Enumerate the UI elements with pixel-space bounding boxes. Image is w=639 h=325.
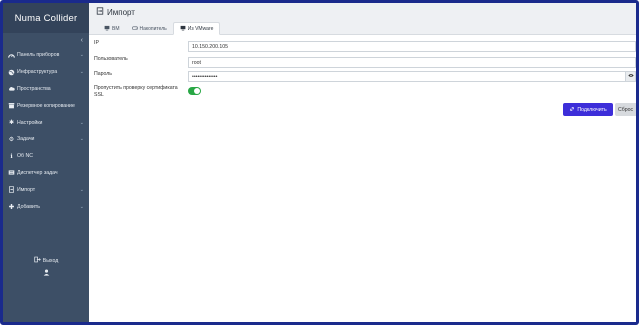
sidebar-item-label: Пространства: [17, 85, 51, 92]
dashboard-icon: [8, 52, 15, 59]
user-row: Пользователь root: [89, 56, 636, 68]
sidebar-item-label: Инфраструктура: [17, 69, 58, 76]
sidebar-item-label: Диспетчер задач: [17, 169, 58, 176]
reset-label: Сброс: [618, 106, 634, 113]
user-profile-button[interactable]: [3, 269, 89, 278]
gear-icon: ✱: [8, 120, 15, 127]
tasks-icon: [8, 169, 15, 176]
connect-label: Подключить: [577, 106, 607, 113]
sidebar-item-label: Настройки: [17, 119, 43, 126]
chevron-down-icon: ⌄: [79, 69, 84, 76]
password-value: ••••••••••••••: [192, 73, 218, 80]
plus-icon: [8, 203, 15, 210]
chevron-down-icon: ⌄: [79, 136, 84, 143]
eye-icon: [627, 73, 634, 80]
connect-button[interactable]: Подключить: [563, 103, 613, 116]
sidebar-item-backup[interactable]: Резервное копирование: [3, 97, 89, 114]
info-icon: ℹ: [10, 153, 13, 160]
sidebar-item-label: Об NC: [17, 153, 33, 160]
user-label: Пользователь: [94, 56, 128, 62]
file-import-icon: [8, 186, 15, 193]
chevron-down-icon: ⌄: [79, 119, 84, 126]
sidebar-item-label: Задачи: [17, 136, 35, 143]
sidebar-item-infrastructure[interactable]: Инфраструктура ⌄: [3, 64, 89, 81]
sidebar-item-tasks[interactable]: ⚙ Задачи ⌄: [3, 131, 89, 148]
password-row: Пароль ••••••••••••••: [89, 70, 636, 82]
gears-icon: ⚙: [8, 136, 15, 143]
disk-icon: [131, 25, 138, 33]
sidebar-item-spaces[interactable]: Пространства: [3, 81, 89, 98]
user-icon: [43, 269, 50, 278]
sidebar-item-label: Резервное копирование: [17, 102, 75, 109]
app-window: Numa Collider ‹ Панель приборов ⌄ Инфрас…: [0, 0, 639, 325]
user-input[interactable]: root: [188, 57, 636, 68]
sidebar-nav: Панель приборов ⌄ Инфраструктура ⌄ Прост…: [3, 47, 89, 215]
page-title: Импорт: [96, 7, 135, 17]
chevron-down-icon: ⌄: [79, 52, 84, 59]
cloud-icon: [8, 85, 15, 92]
chevron-down-icon: ⌄: [79, 203, 84, 210]
tab-vm[interactable]: ВМ: [98, 22, 126, 35]
reset-button[interactable]: Сброс: [615, 103, 636, 116]
ip-row: IP 10.150.200.105: [89, 40, 636, 52]
show-password-button[interactable]: [625, 72, 635, 81]
sidebar-item-task-manager[interactable]: Диспетчер задач: [3, 165, 89, 182]
chevron-left-icon: ‹: [80, 36, 83, 44]
globe-icon: [8, 69, 15, 76]
sidebar-item-about[interactable]: ℹ Об NC: [3, 148, 89, 165]
tab-label: ВМ: [112, 25, 120, 32]
sidebar-item-settings[interactable]: ✱ Настройки ⌄: [3, 114, 89, 131]
sidebar-item-label: Добавить: [17, 203, 40, 210]
page-title-text: Импорт: [107, 7, 135, 17]
tab-from-vmware[interactable]: Из VMware: [172, 22, 221, 35]
tab-label: Из VMware: [187, 25, 214, 32]
sidebar-item-label: Панель приборов: [17, 52, 60, 59]
sidebar-item-dashboard[interactable]: Панель приборов ⌄: [3, 47, 89, 64]
main-content: Импорт ВМ Накопитель Из VMware IP 10.150…: [89, 3, 636, 322]
monitor-icon: [180, 25, 186, 33]
password-label: Пароль: [94, 71, 112, 77]
logout-icon: [34, 256, 41, 265]
sidebar: Numa Collider ‹ Панель приборов ⌄ Инфрас…: [3, 3, 89, 322]
archive-icon: [8, 102, 15, 109]
skip-ssl-toggle[interactable]: [188, 87, 201, 95]
sidebar-collapse-button[interactable]: ‹: [3, 33, 89, 47]
logout-button[interactable]: Выход: [3, 256, 89, 265]
ip-label: IP: [94, 40, 99, 46]
chevron-down-icon: ⌄: [79, 186, 84, 193]
tab-bar: ВМ Накопитель Из VMware: [98, 22, 221, 35]
brand-title: Numa Collider: [3, 3, 89, 33]
file-import-icon: [96, 7, 104, 17]
tab-label: Накопитель: [139, 25, 167, 32]
sidebar-item-label: Импорт: [17, 186, 36, 193]
skip-ssl-label: Пропустить проверку сертификата SSL: [94, 85, 178, 98]
link-icon: [569, 106, 575, 114]
monitor-icon: [104, 25, 110, 33]
logout-label: Выход: [42, 257, 59, 264]
password-input[interactable]: ••••••••••••••: [188, 71, 636, 82]
tab-storage[interactable]: Накопитель: [126, 22, 173, 35]
skip-ssl-row: Пропустить проверку сертификата SSL: [89, 85, 636, 101]
page-header: Импорт ВМ Накопитель Из VMware: [89, 3, 636, 35]
sidebar-item-add[interactable]: Добавить ⌄: [3, 198, 89, 215]
sidebar-item-import[interactable]: Импорт ⌄: [3, 181, 89, 198]
ip-input[interactable]: 10.150.200.105: [188, 41, 636, 52]
